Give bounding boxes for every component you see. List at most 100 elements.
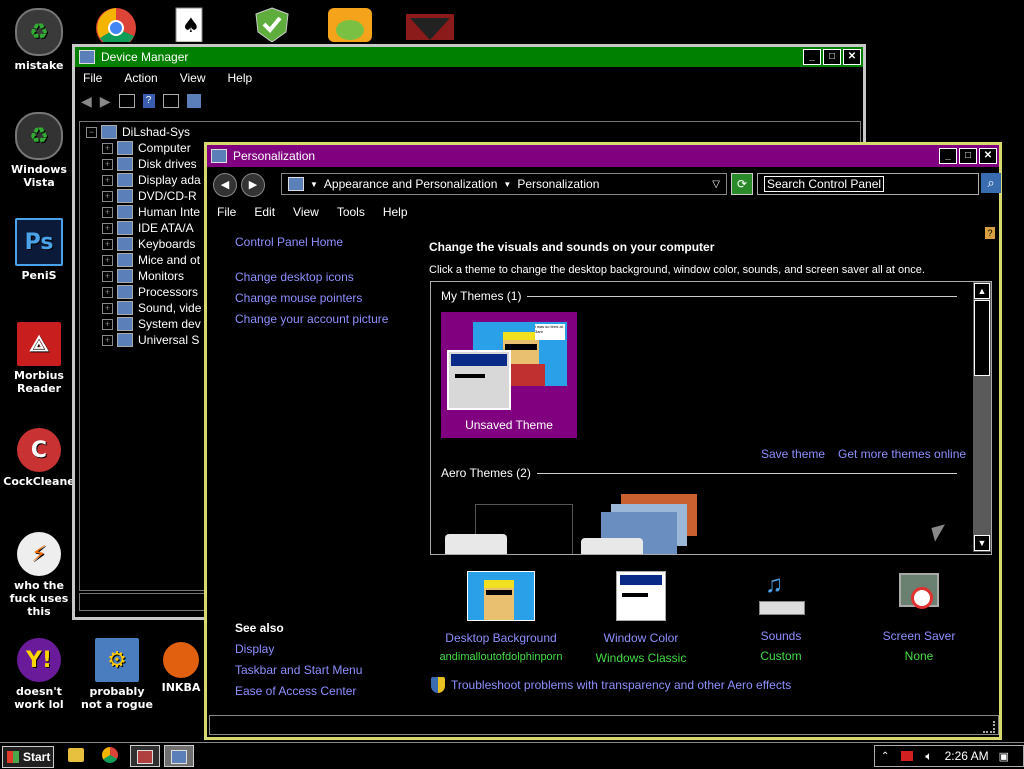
show-hidden-icons-icon[interactable]: ⌃: [881, 751, 889, 762]
save-theme-link[interactable]: Save theme: [761, 447, 825, 461]
scroll-thumb[interactable]: [974, 300, 990, 376]
display-link[interactable]: Display: [235, 642, 274, 656]
window-color-setting[interactable]: Window Color Windows Classic: [581, 571, 701, 665]
breadcrumb-personalization[interactable]: Personalization: [517, 177, 599, 191]
address-dropdown-icon[interactable]: ▽: [712, 179, 720, 190]
search-input[interactable]: Search Control Panel: [757, 173, 979, 195]
expand-icon[interactable]: +: [102, 254, 113, 266]
shield-desktop-icon[interactable]: [252, 6, 292, 43]
desktop-icon-rogue[interactable]: ⚙ probably not a rogue: [78, 638, 156, 711]
help-icon[interactable]: ?: [985, 227, 995, 239]
expand-icon[interactable]: +: [102, 206, 113, 218]
personalization-titlebar[interactable]: Personalization _ □ ✕: [207, 145, 999, 167]
chrome-desktop-icon[interactable]: [94, 6, 138, 48]
menu-help[interactable]: Help: [383, 205, 408, 219]
scroll-down-button[interactable]: ▼: [974, 535, 990, 551]
sounds-setting[interactable]: ♫ Sounds Custom: [721, 571, 841, 663]
desktop-icon-yahoo[interactable]: Y! doesn't work lol: [0, 638, 78, 711]
expand-icon[interactable]: +: [102, 142, 113, 154]
change-account-picture-link[interactable]: Change your account picture: [235, 312, 388, 326]
menu-file[interactable]: File: [83, 71, 102, 85]
expand-icon[interactable]: +: [102, 302, 113, 314]
explorer-quicklaunch-icon[interactable]: [68, 748, 84, 762]
game-desktop-icon[interactable]: [404, 10, 456, 42]
search-input-text: Search Control Panel: [764, 176, 885, 192]
forward-button[interactable]: ▶: [241, 173, 265, 197]
show-desktop-icon[interactable]: ▣: [999, 750, 1009, 763]
action-center-icon[interactable]: [901, 751, 914, 761]
expand-icon[interactable]: +: [102, 174, 113, 186]
chrome-quicklaunch-icon[interactable]: [102, 747, 118, 763]
resize-grip-icon[interactable]: [983, 721, 995, 733]
menu-action[interactable]: Action: [124, 71, 157, 85]
maximize-button[interactable]: □: [959, 148, 977, 164]
menu-view[interactable]: View: [293, 205, 319, 219]
change-desktop-icons-link[interactable]: Change desktop icons: [235, 270, 354, 284]
close-button[interactable]: ✕: [979, 148, 997, 164]
desktop-icon-windows-vista[interactable]: ♻ Windows Vista: [0, 112, 78, 189]
desktop-icon-who-uses-this[interactable]: ⚡ who the fuck uses this: [0, 532, 78, 618]
back-button[interactable]: ◀: [213, 173, 237, 197]
back-arrow-icon[interactable]: ◀: [81, 93, 92, 110]
taskbar-personalization[interactable]: [164, 745, 194, 767]
expand-icon[interactable]: +: [102, 190, 113, 202]
search-icon[interactable]: ⌕: [981, 173, 1001, 193]
menu-file[interactable]: File: [217, 205, 236, 219]
expand-icon[interactable]: +: [102, 222, 113, 234]
device-manager-titlebar[interactable]: Device Manager _ □ ✕: [75, 47, 863, 67]
control-panel-home-link[interactable]: Control Panel Home: [235, 235, 343, 249]
clock[interactable]: 2:26 AM: [945, 749, 989, 763]
taskbar-start-menu-link[interactable]: Taskbar and Start Menu: [235, 663, 362, 677]
menu-help[interactable]: Help: [228, 71, 253, 85]
forward-arrow-icon[interactable]: ▶: [100, 93, 111, 110]
address-bar[interactable]: ▼ Appearance and Personalization ▼ Perso…: [281, 173, 727, 195]
menu-view[interactable]: View: [180, 71, 206, 85]
tree-root[interactable]: − DiLshad-Sys: [86, 124, 854, 140]
view-icon[interactable]: [162, 94, 179, 108]
device-category-icon: [117, 269, 133, 283]
aero-theme-tile-2[interactable]: [581, 490, 701, 554]
aero-theme-tile-1[interactable]: [445, 504, 573, 554]
help-icon[interactable]: ?: [142, 94, 155, 108]
desktop-icon-morbius-reader[interactable]: ⟁ Morbius Reader: [0, 322, 78, 395]
troubleshoot-row[interactable]: Troubleshoot problems with transparency …: [431, 677, 791, 693]
scan-hardware-icon[interactable]: [186, 94, 201, 108]
ease-of-access-link[interactable]: Ease of Access Center: [235, 684, 356, 698]
screen-saver-setting[interactable]: Screen Saver None: [859, 571, 979, 663]
scrollbar[interactable]: ▲ ▼: [973, 282, 991, 552]
desktop-icon-inkball[interactable]: INKBA: [156, 638, 206, 694]
maximize-button[interactable]: □: [823, 49, 841, 65]
expand-icon[interactable]: +: [102, 158, 113, 170]
personalization-window[interactable]: Personalization _ □ ✕ ◀ ▶ ▼ Appearance a…: [204, 142, 1002, 740]
troubleshoot-link[interactable]: Troubleshoot problems with transparency …: [451, 678, 791, 692]
taskbar-device-manager[interactable]: [130, 745, 160, 767]
desktop-icon-cleaner[interactable]: C CockCleane: [0, 428, 78, 488]
themes-list[interactable]: My Themes (1) i was so tired at 3am Unsa…: [430, 281, 992, 555]
expand-icon[interactable]: +: [102, 318, 113, 330]
menu-tools[interactable]: Tools: [337, 205, 365, 219]
breadcrumb-appearance[interactable]: Appearance and Personalization: [324, 177, 497, 191]
desktop-icon-mistake[interactable]: ♻ mistake: [0, 8, 78, 72]
expand-icon[interactable]: +: [102, 286, 113, 298]
cards-desktop-icon[interactable]: ♠: [170, 6, 206, 43]
desktop-background-setting[interactable]: Desktop Background andimalloutofdolphinp…: [431, 571, 571, 663]
close-button[interactable]: ✕: [843, 49, 861, 65]
menu-edit[interactable]: Edit: [254, 205, 275, 219]
expand-icon[interactable]: +: [102, 334, 113, 346]
unsaved-theme-tile[interactable]: i was so tired at 3am Unsaved Theme: [441, 312, 577, 438]
desktop-icon-photoshop[interactable]: Ps PeniS: [0, 218, 78, 282]
start-button[interactable]: Start: [2, 746, 54, 768]
volume-icon[interactable]: 🔈︎: [925, 749, 932, 764]
device-manager-statusbar: [79, 593, 211, 611]
scroll-up-button[interactable]: ▲: [974, 283, 990, 299]
properties-icon[interactable]: [118, 94, 135, 108]
expand-icon[interactable]: +: [102, 270, 113, 282]
minimize-button[interactable]: _: [939, 148, 957, 164]
get-more-themes-link[interactable]: Get more themes online: [838, 447, 966, 461]
expand-icon[interactable]: +: [102, 238, 113, 250]
minimize-button[interactable]: _: [803, 49, 821, 65]
collapse-icon[interactable]: −: [86, 126, 97, 138]
refresh-button[interactable]: ⟳: [731, 173, 753, 195]
change-mouse-pointers-link[interactable]: Change mouse pointers: [235, 291, 362, 305]
angry-birds-desktop-icon[interactable]: [326, 6, 374, 42]
